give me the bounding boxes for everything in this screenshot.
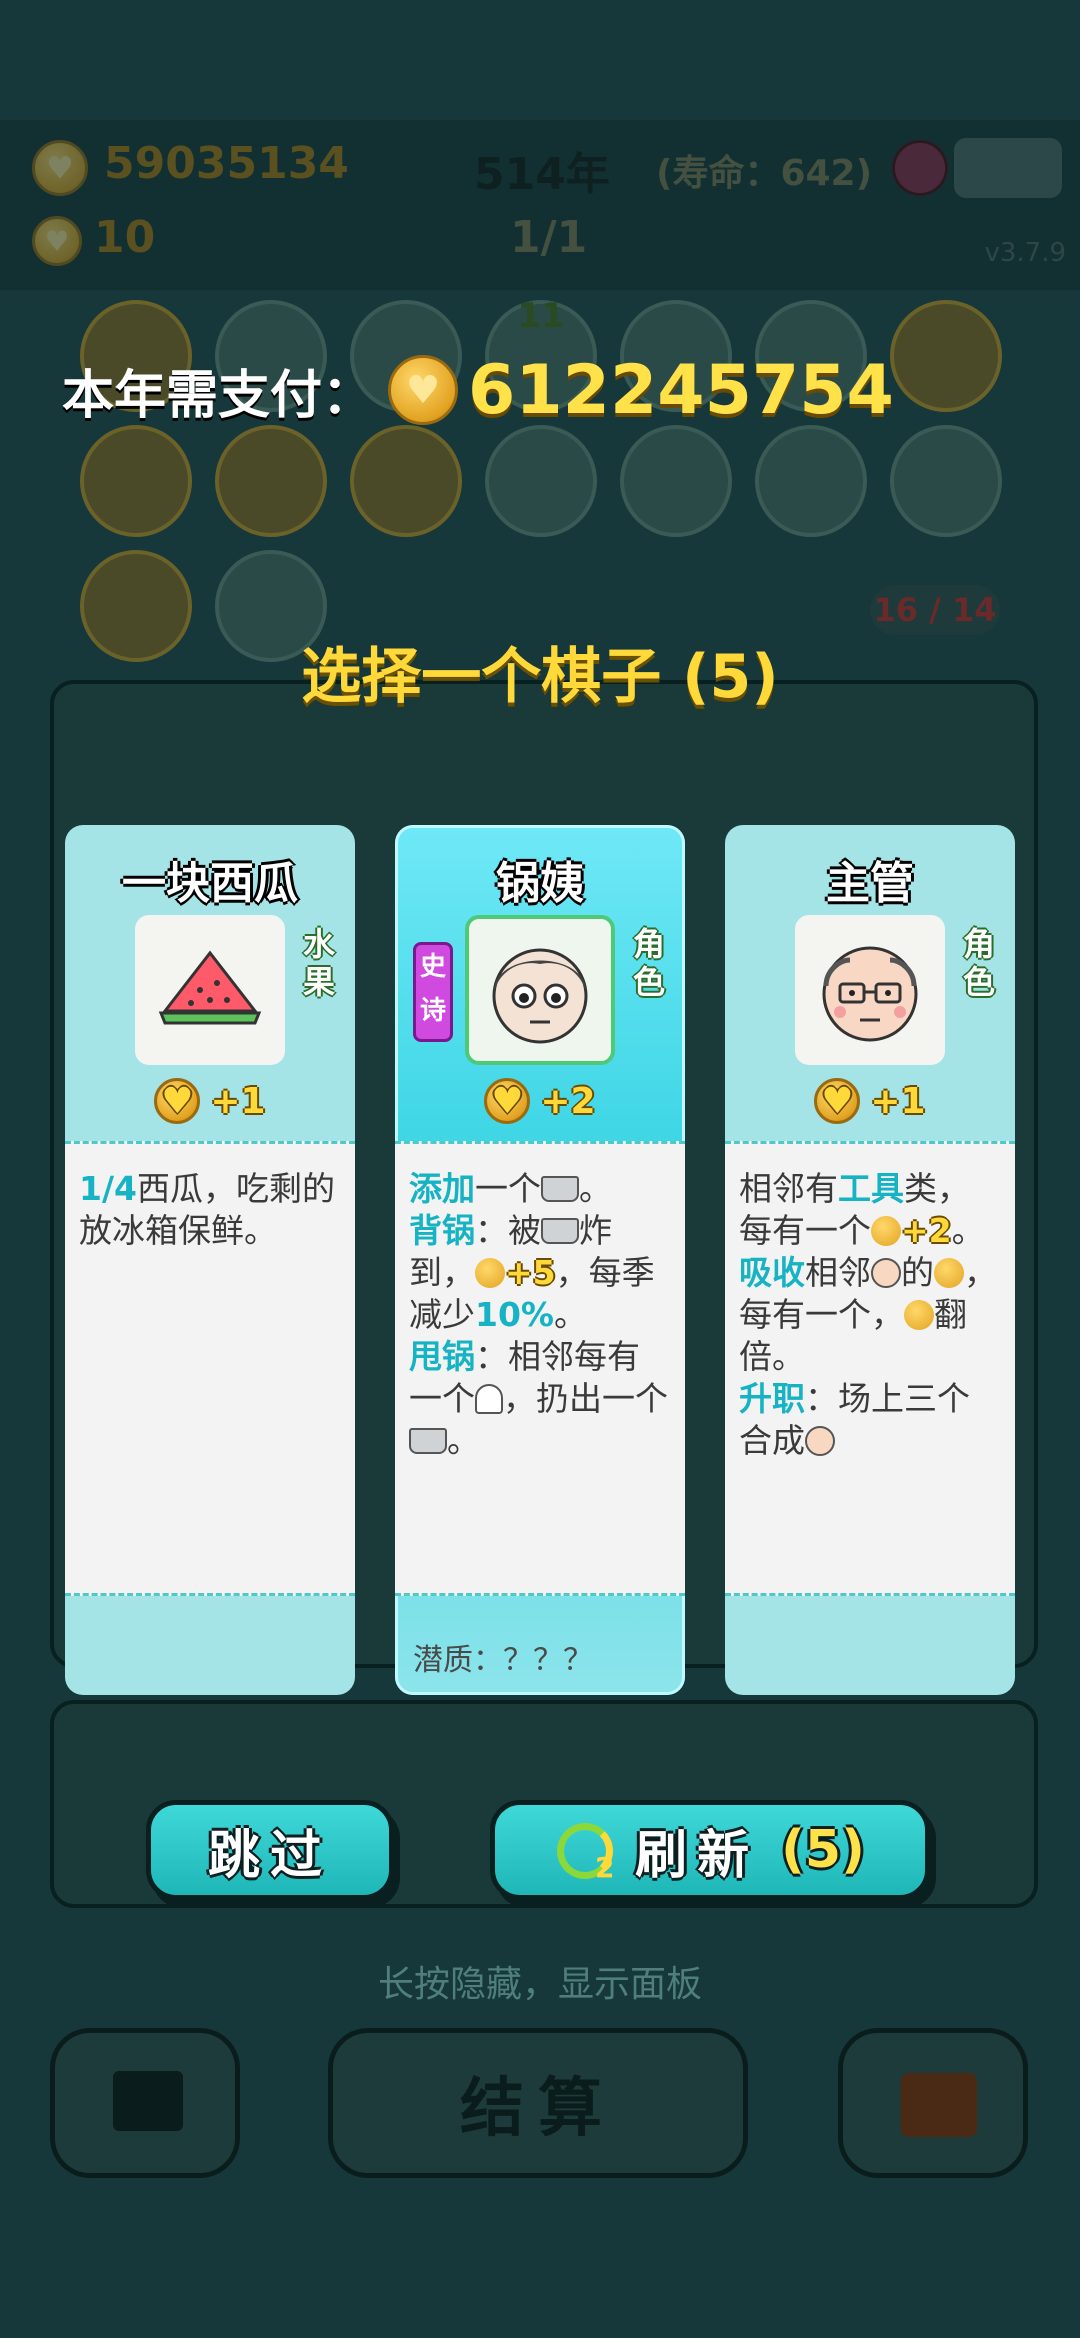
version-label: v3.7.9	[984, 238, 1066, 268]
inventory-slot	[620, 425, 732, 537]
long-press-hint: 长按隐藏，显示面板	[377, 1964, 702, 2005]
payment-banner: 本年需支付： ♥ 612245754	[62, 350, 894, 430]
card-gain: ♥ +1	[725, 1078, 1015, 1124]
briefcase-icon	[901, 2073, 977, 2137]
watermelon-icon	[135, 915, 285, 1065]
gold-coin-icon: ♥	[484, 1078, 531, 1124]
skip-button[interactable]: 跳过	[146, 1800, 394, 1900]
ticket-coin-icon: ♥	[32, 216, 82, 266]
close-icon	[113, 2071, 183, 2131]
card-description: 相邻有工具类，每有一个 +2。 吸收相邻的，每有一个， 翻倍。 升职：场上三个合成	[725, 1141, 1015, 1596]
card-category: 角色	[962, 925, 995, 1001]
meditate-button[interactable]	[954, 138, 1062, 198]
gold-coin-icon: ♥	[814, 1078, 861, 1124]
card-category: 角色	[632, 925, 665, 1001]
settle-label: 结算	[460, 2072, 616, 2146]
round-counter: 1/1	[510, 212, 588, 263]
year-label: 514年	[474, 149, 610, 200]
inventory-slot	[890, 425, 1002, 537]
skip-label: 跳过	[207, 1825, 332, 1886]
discard-button[interactable]	[50, 2028, 240, 2178]
refresh-count: (5)	[781, 1820, 865, 1880]
rarity-badge: 史诗	[413, 942, 453, 1042]
card-description: 1/4西瓜，吃剩的放冰箱保鲜。	[65, 1141, 355, 1596]
inventory-slot	[350, 425, 462, 537]
piece-card-pot-auntie[interactable]: 锅姨 史诗 角色 ♥ +2 添加一个。背锅：被 炸到， +5，每季减少10%。 甩锅：…	[395, 825, 685, 1695]
gain-value: +1	[210, 1080, 266, 1122]
card-quality: 潜质：？？？	[413, 1643, 593, 1678]
payment-amount: 612245754	[468, 350, 894, 430]
inventory-slot	[80, 425, 192, 537]
gold-coin-icon: ♥	[154, 1078, 201, 1124]
settle-button[interactable]: 结算	[328, 2028, 748, 2178]
lifespan-label: (寿命：642)	[656, 153, 873, 194]
ticket-count: 10	[94, 212, 156, 263]
gold-coin-icon: ♥	[388, 355, 459, 425]
slot-badge: 11	[517, 296, 565, 336]
piece-card-manager[interactable]: 主管 角色 ♥ +1 相邻有工具类，每有一个 +2。 吸收相邻的，每有一个， 翻倍。升…	[725, 825, 1015, 1695]
inventory-slot	[215, 425, 327, 537]
card-name: 锅姨	[496, 858, 584, 909]
pot-auntie-face-icon	[465, 915, 615, 1065]
gold-total: 59035134	[104, 138, 349, 189]
bag-button[interactable]	[838, 2028, 1028, 2178]
settings-gear-icon[interactable]	[892, 140, 948, 196]
inventory-slot	[890, 300, 1002, 412]
gain-value: +1	[870, 1080, 926, 1122]
inventory-slot	[485, 425, 597, 537]
status-bar: ♥ 59035134 514年 (寿命：642) ♥ 10 1/1	[0, 120, 1080, 290]
card-name: 一块西瓜	[122, 858, 298, 909]
refresh-label: 刷新	[635, 1825, 760, 1886]
card-gain: ♥ +1	[65, 1078, 355, 1124]
refresh-button[interactable]: 2 刷新 (5)	[490, 1800, 930, 1900]
payment-label: 本年需支付：	[62, 365, 375, 426]
inventory-slot	[755, 425, 867, 537]
gold-coin-icon: ♥	[32, 140, 88, 196]
card-gain: ♥ +2	[395, 1078, 685, 1124]
refresh-label-wrap: 刷新 (5)	[495, 1805, 925, 1895]
card-description: 添加一个。背锅：被 炸到， +5，每季减少10%。 甩锅：相邻每有一个 ，扔出一个。	[395, 1141, 685, 1596]
manager-face-icon	[795, 915, 945, 1065]
card-category: 水果	[302, 925, 335, 1001]
piece-card-watermelon[interactable]: 一块西瓜 水果 ♥ +1 1/4西瓜，吃剩的放冰箱保鲜。	[65, 825, 355, 1695]
card-name: 主管	[826, 858, 914, 909]
choose-title: 选择一个棋子 (5)	[301, 642, 779, 712]
gain-value: +2	[540, 1080, 596, 1122]
